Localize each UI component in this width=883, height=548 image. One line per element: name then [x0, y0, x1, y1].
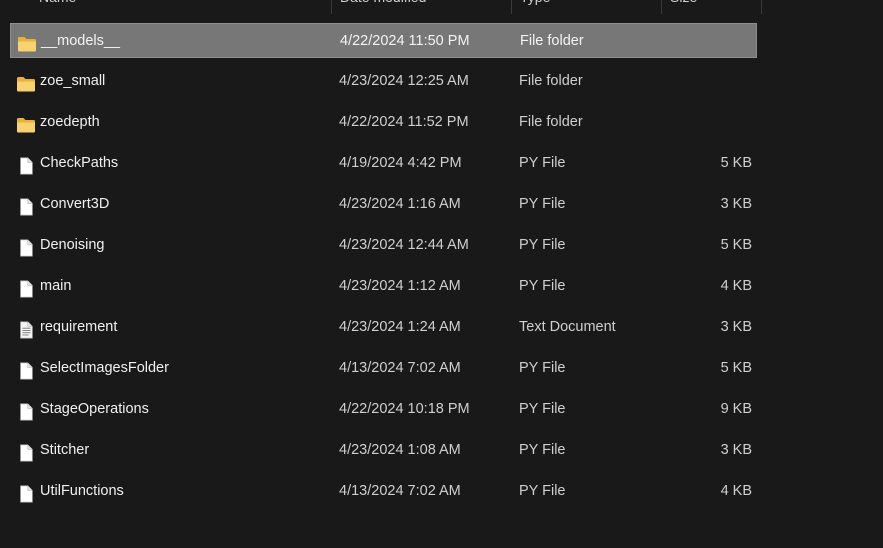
- file-name: Stitcher: [40, 442, 90, 458]
- file-row[interactable]: SelectImagesFolder 4/13/2024 7:02 AM PY Fi…: [10, 351, 757, 386]
- file-row[interactable]: zoe_small 4/23/2024 12:25 AM File folder: [10, 64, 757, 99]
- file-date-modified: 4/13/2024 7:02 AM: [339, 360, 461, 376]
- file-icon: [16, 154, 36, 175]
- folder-icon: [16, 113, 36, 133]
- file-type: PY File: [519, 401, 566, 417]
- file-row[interactable]: CheckPaths 4/19/2024 4:42 PM PY File 5 KB: [10, 146, 757, 181]
- file-type: File folder: [520, 33, 584, 49]
- file-type: File folder: [519, 114, 583, 130]
- column-header-type[interactable]: Type: [511, 0, 661, 14]
- file-date-modified: 4/13/2024 7:02 AM: [339, 483, 461, 499]
- file-size: 3 KB: [720, 319, 752, 335]
- file-name: __models__: [41, 33, 120, 49]
- file-icon: [16, 236, 36, 257]
- file-name: UtilFunctions: [40, 483, 124, 499]
- file-type: PY File: [519, 237, 566, 253]
- file-date-modified: 4/23/2024 1:24 AM: [339, 319, 461, 335]
- file-name: main: [40, 278, 72, 294]
- file-row[interactable]: StageOperations 4/22/2024 10:18 PM PY File…: [10, 392, 757, 427]
- file-name: zoedepth: [40, 114, 100, 130]
- file-name: Convert3D: [40, 196, 110, 212]
- column-header-size[interactable]: Size: [661, 0, 762, 14]
- file-size: 5 KB: [720, 237, 752, 253]
- file-row[interactable]: requirement 4/23/2024 1:24 AM Text Documen…: [10, 310, 757, 345]
- file-date-modified: 4/22/2024 11:50 PM: [340, 33, 470, 49]
- file-type: PY File: [519, 442, 566, 458]
- file-name: CheckPaths: [40, 155, 119, 171]
- file-row[interactable]: main 4/23/2024 1:12 AM PY File 4 KB: [10, 269, 757, 304]
- file-name: SelectImagesFolder: [40, 360, 169, 376]
- file-row[interactable]: Stitcher 4/23/2024 1:08 AM PY File 3 KB: [10, 433, 757, 468]
- file-date-modified: 4/22/2024 11:52 PM: [339, 114, 469, 130]
- file-type: Text Document: [519, 319, 616, 335]
- file-size: 9 KB: [720, 401, 752, 417]
- file-name: StageOperations: [40, 401, 149, 417]
- file-name: requirement: [40, 319, 118, 335]
- file-row[interactable]: __models__ 4/22/2024 11:50 PM File folder: [10, 23, 757, 58]
- file-row[interactable]: UtilFunctions 4/13/2024 7:02 AM PY File 4 K…: [10, 474, 757, 509]
- file-icon: [16, 277, 36, 298]
- file-type: PY File: [519, 155, 566, 171]
- file-name: zoe_small: [40, 73, 106, 89]
- file-date-modified: 4/23/2024 12:25 AM: [339, 73, 469, 89]
- file-date-modified: 4/23/2024 1:12 AM: [339, 278, 461, 294]
- file-icon: [16, 400, 36, 421]
- column-header: Name Date modified Type Size: [0, 0, 762, 14]
- file-row[interactable]: zoedepth 4/22/2024 11:52 PM File folder: [10, 105, 757, 140]
- file-icon: [16, 359, 36, 380]
- file-type: PY File: [519, 360, 566, 376]
- file-icon: [16, 441, 36, 462]
- file-icon: [16, 195, 36, 216]
- file-size: 4 KB: [720, 278, 752, 294]
- file-row[interactable]: Convert3D 4/23/2024 1:16 AM PY File 3 KB: [10, 187, 757, 222]
- text-document-icon: [16, 318, 36, 339]
- file-date-modified: 4/19/2024 4:42 PM: [339, 155, 462, 171]
- column-header-date-modified[interactable]: Date modified: [331, 0, 511, 14]
- file-date-modified: 4/22/2024 10:18 PM: [339, 401, 470, 417]
- file-size: 3 KB: [720, 442, 752, 458]
- file-row[interactable]: Denoising 4/23/2024 12:44 AM PY File 5 KB: [10, 228, 757, 263]
- file-date-modified: 4/23/2024 12:44 AM: [339, 237, 469, 253]
- file-type: File folder: [519, 73, 583, 89]
- file-size: 3 KB: [720, 196, 752, 212]
- file-date-modified: 4/23/2024 1:16 AM: [339, 196, 461, 212]
- file-size: 5 KB: [720, 155, 752, 171]
- file-date-modified: 4/23/2024 1:08 AM: [339, 442, 461, 458]
- file-type: PY File: [519, 483, 566, 499]
- file-name: Denoising: [40, 237, 105, 253]
- file-list: __models__ 4/22/2024 11:50 PM File folder z…: [10, 23, 757, 515]
- folder-icon: [17, 32, 37, 52]
- file-type: PY File: [519, 278, 566, 294]
- file-icon: [16, 482, 36, 503]
- file-size: 4 KB: [720, 483, 752, 499]
- file-size: 5 KB: [720, 360, 752, 376]
- folder-icon: [16, 72, 36, 92]
- file-type: PY File: [519, 196, 566, 212]
- column-header-name[interactable]: Name: [31, 0, 331, 14]
- file-explorer: Name Date modified Type Size __models__ 4…: [0, 0, 883, 548]
